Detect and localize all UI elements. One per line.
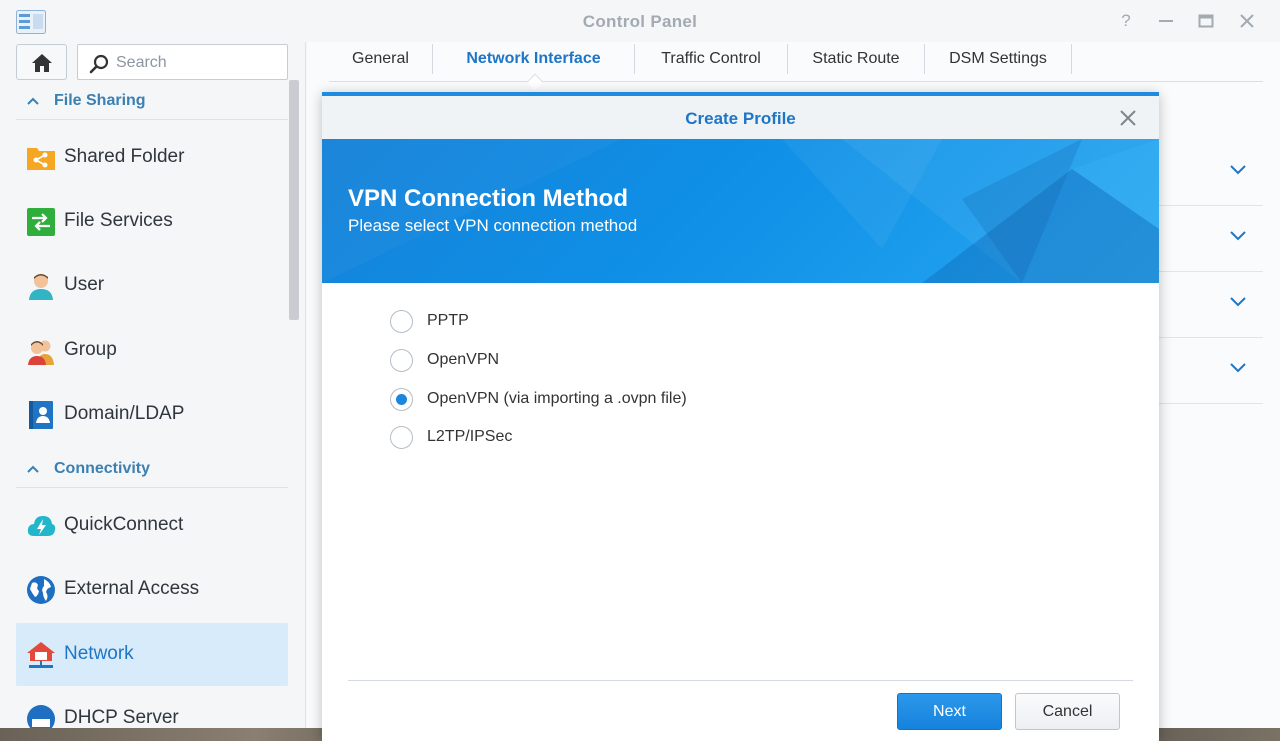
sidebar: File Sharing Shared Folder File Services (0, 42, 306, 728)
dialog-banner: VPN Connection Method Please select VPN … (322, 139, 1159, 283)
tab-traffic-control[interactable]: Traffic Control (635, 42, 787, 76)
section-header-connectivity[interactable]: Connectivity (16, 452, 288, 488)
chevron-down-icon[interactable] (1229, 296, 1247, 308)
sidebar-item-quickconnect[interactable]: QuickConnect (16, 494, 288, 557)
tab-bar: General Network Interface Traffic Contro… (329, 42, 1263, 91)
radio-button[interactable] (390, 349, 413, 372)
sidebar-item-label: DHCP Server (64, 707, 179, 728)
option-label[interactable]: OpenVPN (via importing a .ovpn file) (427, 390, 687, 408)
search-icon (89, 54, 109, 74)
option-l2tp-ipsec[interactable]: L2TP/IPSec (390, 424, 890, 450)
cancel-button[interactable]: Cancel (1015, 693, 1120, 730)
sidebar-item-shared-folder[interactable]: Shared Folder (16, 126, 288, 189)
sidebar-item-label: Domain/LDAP (64, 403, 185, 424)
dialog-close-icon[interactable] (1119, 109, 1137, 127)
option-label[interactable]: OpenVPN (427, 351, 499, 369)
help-icon[interactable]: ? (1116, 11, 1136, 31)
home-button[interactable] (16, 44, 67, 80)
external-access-icon (27, 576, 55, 604)
tab-network-interface[interactable]: Network Interface (433, 42, 634, 76)
sidebar-item-label: File Services (64, 210, 173, 231)
sidebar-item-domain-ldap[interactable]: Domain/LDAP (16, 383, 288, 446)
radio-button[interactable] (390, 426, 413, 449)
banner-subtitle: Please select VPN connection method (348, 216, 638, 235)
search-input[interactable] (116, 52, 281, 74)
title-bar: Control Panel ? (0, 0, 1280, 42)
section-label: File Sharing (54, 92, 146, 109)
group-icon (28, 340, 54, 365)
sidebar-item-network[interactable]: Network (16, 623, 288, 686)
banner-title: VPN Connection Method (348, 185, 628, 212)
chevron-up-icon (27, 97, 39, 105)
next-button[interactable]: Next (897, 693, 1002, 730)
option-openvpn-ovpn-import[interactable]: OpenVPN (via importing a .ovpn file) (390, 386, 890, 412)
interface-row[interactable] (1159, 206, 1263, 272)
sidebar-scrollbar[interactable] (289, 80, 299, 320)
sidebar-item-user[interactable]: User (16, 254, 288, 317)
maximize-icon[interactable] (1196, 11, 1216, 31)
sidebar-item-label: QuickConnect (64, 514, 184, 535)
network-icon (27, 642, 55, 668)
option-pptp[interactable]: PPTP (390, 308, 890, 334)
option-label[interactable]: PPTP (427, 312, 469, 330)
user-icon (29, 274, 53, 300)
section-header-file-sharing[interactable]: File Sharing (16, 84, 288, 120)
create-profile-dialog: Create Profile VPN Connection Method Ple… (322, 92, 1159, 741)
active-tab-indicator (526, 73, 544, 91)
sidebar-item-label: User (64, 274, 105, 295)
domain-ldap-icon (29, 401, 53, 429)
dialog-divider (348, 680, 1133, 681)
close-icon[interactable] (1237, 11, 1257, 31)
sidebar-item-file-services[interactable]: File Services (16, 190, 288, 253)
sidebar-item-external-access[interactable]: External Access (16, 558, 288, 621)
option-label[interactable]: L2TP/IPSec (427, 428, 512, 446)
interface-row[interactable] (1159, 338, 1263, 404)
home-icon (32, 54, 52, 72)
sidebar-item-label: External Access (64, 578, 200, 599)
quickconnect-icon (27, 516, 56, 536)
option-openvpn[interactable]: OpenVPN (390, 347, 890, 373)
tab-divider (1071, 44, 1072, 74)
sidebar-item-label: Group (64, 339, 117, 360)
tab-general[interactable]: General (329, 42, 432, 76)
file-services-icon (27, 208, 55, 236)
tab-dsm-settings[interactable]: DSM Settings (925, 42, 1071, 76)
minimize-icon[interactable] (1156, 11, 1176, 31)
dialog-header: Create Profile (322, 96, 1159, 139)
sidebar-item-group[interactable]: Group (16, 319, 288, 382)
dialog-title: Create Profile (685, 109, 796, 128)
radio-button-selected[interactable] (390, 388, 413, 411)
section-label: Connectivity (54, 460, 151, 477)
sidebar-item-label: Shared Folder (64, 146, 185, 167)
radio-button[interactable] (390, 310, 413, 333)
interface-row[interactable] (1159, 272, 1263, 338)
search-field[interactable] (77, 44, 288, 80)
sidebar-item-label: Network (64, 643, 134, 664)
tab-static-route[interactable]: Static Route (788, 42, 924, 76)
shared-folder-icon (27, 148, 55, 170)
chevron-down-icon[interactable] (1229, 230, 1247, 242)
chevron-down-icon[interactable] (1229, 164, 1247, 176)
window-title: Control Panel (582, 12, 698, 31)
chevron-up-icon (27, 465, 39, 473)
dhcp-server-icon (27, 705, 55, 728)
sidebar-item-dhcp-server[interactable]: DHCP Server (16, 687, 288, 728)
chevron-down-icon[interactable] (1229, 362, 1247, 374)
interface-row[interactable] (1159, 140, 1263, 206)
